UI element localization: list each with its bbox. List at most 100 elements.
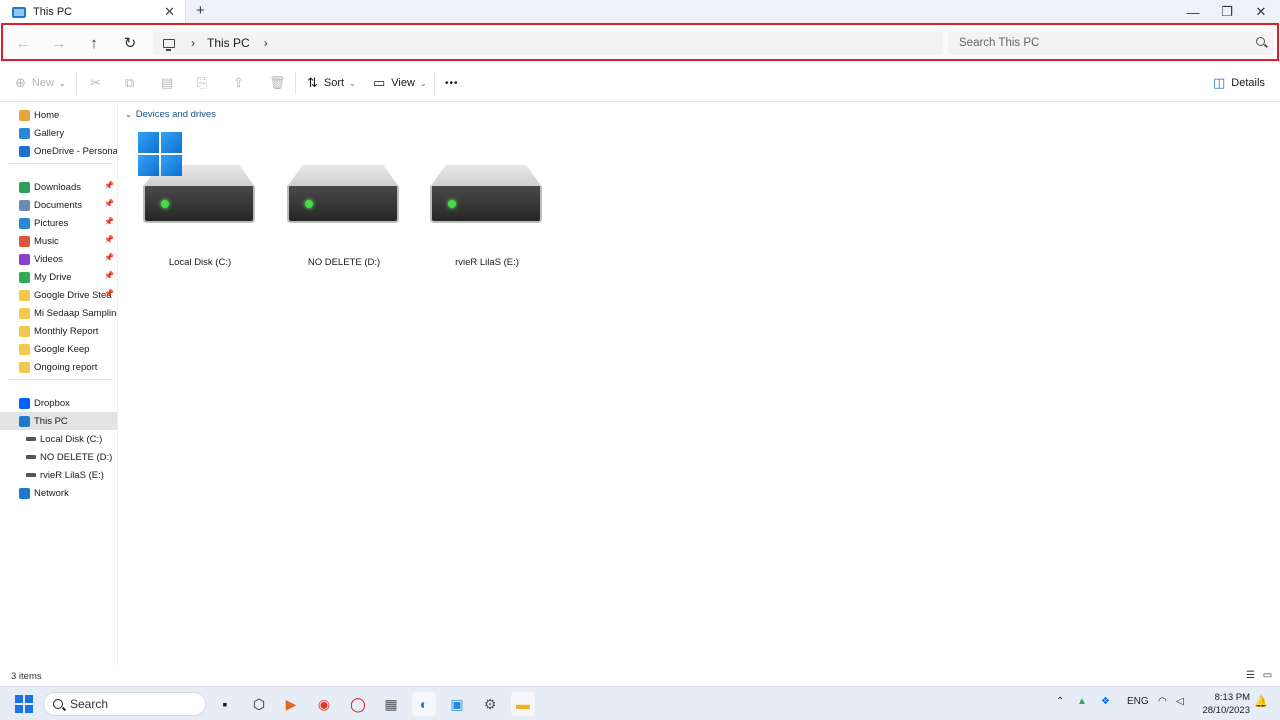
settings-gear-icon[interactable]: ⚙ xyxy=(478,692,502,716)
task-view-icon[interactable]: ▪ xyxy=(213,692,237,716)
chevron-right-icon[interactable]: › xyxy=(264,36,268,50)
drive-tile[interactable]: rvieR LilaS (E:) xyxy=(417,130,547,270)
sidebar-item[interactable]: Videos 📌 xyxy=(0,250,117,268)
drive-led xyxy=(448,200,456,208)
sidebar-item[interactable]: Documents 📌 xyxy=(0,196,117,214)
divider xyxy=(8,379,112,380)
divider xyxy=(295,72,296,94)
sidebar-item[interactable]: My Drive 📌 xyxy=(0,268,117,286)
address-bar[interactable]: › This PC › xyxy=(153,31,943,55)
sidebar-item-label: Downloads xyxy=(34,181,81,193)
drive-tile[interactable]: Local Disk (C:) xyxy=(130,130,260,270)
pin-icon: 📌 xyxy=(104,181,114,190)
sidebar-item-label: NO DELETE (D:) xyxy=(40,451,113,463)
cloud-icon xyxy=(19,145,30,157)
remote-desktop-icon[interactable]: ▣ xyxy=(445,692,469,716)
cut-button[interactable]: ✂ xyxy=(90,73,107,93)
refresh-button[interactable]: ↻ xyxy=(119,32,141,54)
file-explorer-icon[interactable]: ▬ xyxy=(511,692,535,716)
divider xyxy=(434,72,435,94)
sidebar-item[interactable]: NO DELETE (D:) xyxy=(0,448,117,466)
sidebar-item[interactable]: Google Keep xyxy=(0,340,117,358)
sidebar-item-label: Google Keep xyxy=(34,343,90,355)
breadcrumb-this-pc[interactable]: This PC xyxy=(207,36,250,50)
sidebar-item[interactable]: Pictures 📌 xyxy=(0,214,117,232)
edge-icon[interactable]: ◐ xyxy=(412,692,436,716)
sort-button[interactable]: ⇅ Sort ⌄ xyxy=(307,73,356,93)
new-button[interactable]: ⊕ New ⌄ xyxy=(15,73,66,93)
more-options-button[interactable]: ••• xyxy=(445,73,459,93)
sidebar-item-label: Ongoing report xyxy=(34,361,98,373)
taskbar-search[interactable]: Search xyxy=(43,692,206,716)
sidebar-item-label: Pictures xyxy=(34,217,69,229)
sidebar-item[interactable]: Mi Sedaap Sampling xyxy=(0,304,117,322)
sidebar-item[interactable]: Downloads 📌 xyxy=(0,178,117,196)
pin-icon: 📌 xyxy=(104,253,114,262)
minimize-button[interactable]: — xyxy=(1176,0,1210,24)
chevron-down-icon: ⌄ xyxy=(419,78,427,88)
drive-front xyxy=(430,186,542,223)
language-indicator[interactable]: ENG xyxy=(1127,696,1149,707)
share-button[interactable]: ⇪ xyxy=(233,73,250,93)
close-window-button[interactable]: ✕ xyxy=(1244,0,1278,24)
clock-time: 8:13 PM xyxy=(1214,692,1250,703)
view-button[interactable]: ▭ View ⌄ xyxy=(373,73,427,93)
rename-button[interactable]: ⎘ xyxy=(197,73,213,93)
chrome-icon[interactable]: ◉ xyxy=(312,692,336,716)
search-input[interactable]: Search This PC xyxy=(948,31,1274,55)
tiles-view-icon[interactable]: ▭ xyxy=(1262,670,1273,681)
back-button[interactable]: ← xyxy=(12,32,34,54)
sort-label: Sort xyxy=(323,77,345,89)
unity-icon[interactable]: ⬡ xyxy=(247,692,271,716)
navigation-pane: Home Gallery OneDrive - Personal Downloads 📌… xyxy=(0,103,118,666)
chevron-right-icon[interactable]: › xyxy=(191,36,195,50)
sidebar-item[interactable]: This PC xyxy=(0,412,117,430)
drive-tile[interactable]: NO DELETE (D:) xyxy=(274,130,404,270)
drive-top xyxy=(430,165,542,187)
command-bar: ⊕ New ⌄ ✂ ⧉ ▤ ⎘ ⇪ 🗑 ⇅ Sort ⌄ ▭ View ⌄ ••… xyxy=(0,62,1280,102)
chevron-up-icon[interactable]: ⌃ xyxy=(1056,696,1064,707)
details-button[interactable]: ◫ Details xyxy=(1213,73,1265,93)
sidebar-item[interactable]: Gallery xyxy=(0,124,117,142)
sidebar-item[interactable]: Ongoing report xyxy=(0,358,117,376)
hard-drive-icon xyxy=(430,165,542,223)
up-button[interactable]: ↑ xyxy=(83,32,105,54)
tab-this-pc[interactable]: This PC ✕ xyxy=(0,0,186,24)
document-icon xyxy=(19,199,30,211)
close-tab-button[interactable]: ✕ xyxy=(164,4,175,20)
start-button[interactable] xyxy=(15,695,33,713)
details-view-icon[interactable]: ☰ xyxy=(1245,670,1256,681)
restore-button[interactable]: ❐ xyxy=(1210,0,1244,24)
sidebar-item-label: This PC xyxy=(34,415,68,427)
clock-date: 28/10/2023 xyxy=(1202,705,1250,716)
new-tab-button[interactable]: + xyxy=(196,2,205,19)
sidebar-item[interactable]: Music 📌 xyxy=(0,232,117,250)
sidebar-item[interactable]: Dropbox xyxy=(0,394,117,412)
sidebar-item[interactable]: Home xyxy=(0,106,117,124)
copy-button[interactable]: ⧉ xyxy=(125,73,140,93)
tab-title: This PC xyxy=(33,6,73,18)
wifi-icon[interactable]: ◠ xyxy=(1158,696,1167,707)
paste-button[interactable]: ▤ xyxy=(161,73,179,93)
drive-led xyxy=(305,200,313,208)
sidebar-item[interactable]: Network xyxy=(0,484,117,502)
forward-button[interactable]: → xyxy=(48,32,70,54)
network-icon xyxy=(19,487,30,499)
calculator-icon[interactable]: ▦ xyxy=(379,692,403,716)
volume-icon[interactable]: ◁ xyxy=(1176,696,1184,707)
sidebar-item[interactable]: rvieR LilaS (E:) xyxy=(0,466,117,484)
sidebar-item[interactable]: OneDrive - Personal xyxy=(0,142,117,160)
google-drive-folder-icon xyxy=(19,307,30,319)
sidebar-item[interactable]: Monthly Report xyxy=(0,322,117,340)
drive-front xyxy=(287,186,399,223)
clock[interactable]: 8:13 PM 28/10/2023 xyxy=(1200,691,1250,717)
media-player-icon[interactable]: ▶ xyxy=(279,692,303,716)
delete-button[interactable]: 🗑 xyxy=(269,73,292,93)
sidebar-item[interactable]: Local Disk (C:) xyxy=(0,430,117,448)
google-drive-icon[interactable]: ▲ xyxy=(1077,696,1087,707)
notification-bell-icon[interactable]: 🔔 xyxy=(1254,695,1268,708)
group-header-devices[interactable]: ⌄ Devices and drives xyxy=(125,109,216,120)
sidebar-item[interactable]: Google Drive Stea 📌 xyxy=(0,286,117,304)
dropbox-icon[interactable]: ❖ xyxy=(1101,696,1110,707)
opera-icon[interactable]: ◯ xyxy=(346,692,370,716)
